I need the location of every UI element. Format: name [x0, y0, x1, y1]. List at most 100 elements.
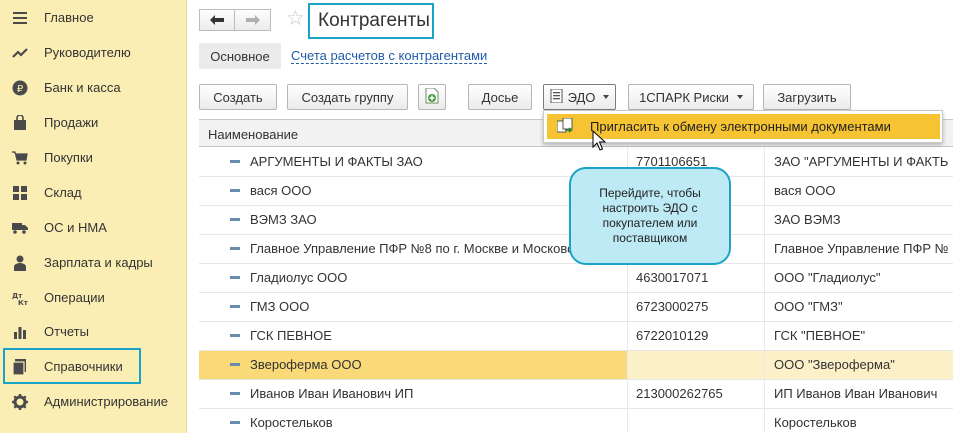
cell-full-name: Главное Управление ПФР №8	[774, 241, 949, 256]
hint-text: Перейдите, чтобы настроить ЭДО с покупат…	[599, 186, 701, 245]
cell-inn: 6723000275	[636, 299, 709, 314]
cell-name: ГСК ПЕВНОЕ	[250, 328, 332, 343]
table-row-selected[interactable]: Звероферма ООО ООО "Звероферма"	[199, 351, 953, 380]
cell-name: АРГУМЕНТЫ И ФАКТЫ ЗАО	[250, 154, 423, 169]
table-row[interactable]: Иванов Иван Иванович ИП 213000262765 ИП …	[199, 380, 953, 409]
history-navigation	[199, 9, 271, 31]
spark-label: 1СПАРК Риски	[639, 89, 729, 105]
edo-icon	[550, 88, 563, 106]
sidebar-item-main[interactable]: Главное	[0, 0, 187, 35]
truck-icon	[12, 220, 28, 236]
sidebar-item-label: Руководителю	[44, 45, 131, 60]
sidebar: Главное Руководителю ₽ Банк и касса Прод…	[0, 0, 187, 433]
sidebar-item-operations[interactable]: Дт Кт Операции	[0, 280, 187, 315]
sidebar-item-label: Продажи	[44, 115, 99, 130]
table-row[interactable]: Гладиолус ООО 4630017071 ООО "Гладиолус"	[199, 264, 953, 293]
chevron-down-icon	[736, 95, 743, 99]
cell-inn: 4630017071	[636, 270, 709, 285]
table-row[interactable]: ГСК ПЕВНОЕ 6722010129 ГСК "ПЕВНОЕ"	[199, 322, 953, 351]
chevron-down-icon	[603, 95, 610, 99]
cell-name: Иванов Иван Иванович ИП	[250, 386, 414, 401]
sidebar-item-purchases[interactable]: Покупки	[0, 140, 187, 175]
item-marker-icon	[230, 334, 240, 337]
cell-inn: 213000262765	[636, 386, 723, 401]
debit-credit-icon: Дт Кт	[12, 290, 28, 306]
spark-risks-button[interactable]: 1СПАРК Риски	[628, 84, 754, 110]
cell-full-name: ЗАО ВЭМЗ	[774, 212, 841, 227]
menu-item-label: Пригласить к обмену электронными докумен…	[590, 119, 891, 134]
item-marker-icon	[230, 305, 240, 308]
active-item-highlight	[3, 348, 141, 384]
svg-text:₽: ₽	[17, 84, 24, 95]
arrow-left-icon	[210, 13, 224, 28]
sidebar-item-bank[interactable]: ₽ Банк и касса	[0, 70, 187, 105]
sidebar-item-warehouse[interactable]: Склад	[0, 175, 187, 210]
document-add-icon	[425, 87, 439, 107]
bar-chart-icon	[12, 324, 28, 340]
hint-bubble: Перейдите, чтобы настроить ЭДО с покупат…	[569, 167, 731, 265]
sidebar-item-label: Зарплата и кадры	[44, 255, 153, 270]
ruble-coin-icon: ₽	[12, 80, 28, 96]
cart-icon	[12, 150, 28, 166]
invite-exchange-icon	[556, 117, 574, 135]
print-button[interactable]	[418, 84, 446, 110]
page-title: Контрагенты	[308, 3, 434, 39]
mouse-cursor-icon	[592, 129, 607, 152]
table-row[interactable]: ГМЗ ООО 6723000275 ООО "ГМЗ"	[199, 293, 953, 322]
edo-dropdown-button[interactable]: ЭДО	[543, 84, 616, 110]
sidebar-item-label: Администрирование	[44, 394, 168, 409]
sidebar-item-label: Покупки	[44, 150, 93, 165]
cell-full-name: Коростельков	[774, 415, 857, 430]
item-marker-icon	[230, 189, 240, 192]
back-button[interactable]	[199, 9, 235, 31]
cell-full-name: ООО "Гладиолус"	[774, 270, 881, 285]
sidebar-item-label: Главное	[44, 10, 94, 25]
table-row[interactable]: Коростельков Коростельков	[199, 409, 953, 433]
sidebar-item-sales[interactable]: Продажи	[0, 105, 187, 140]
cell-name: Звероферма ООО	[250, 357, 362, 372]
menu-icon	[12, 10, 28, 26]
item-marker-icon	[230, 363, 240, 366]
cell-full-name: ИП Иванов Иван Иванович	[774, 386, 938, 401]
favorite-star-icon[interactable]: ☆	[286, 7, 305, 31]
item-marker-icon	[230, 392, 240, 395]
shopping-bag-icon	[12, 114, 28, 131]
edo-label: ЭДО	[567, 89, 596, 105]
cell-full-name: вася ООО	[774, 183, 836, 198]
item-marker-icon	[230, 160, 240, 163]
sidebar-item-label: Операции	[44, 290, 105, 305]
gear-icon	[12, 393, 28, 410]
warehouse-icon	[12, 185, 28, 201]
load-button[interactable]: Загрузить	[763, 84, 851, 110]
column-divider	[764, 148, 765, 433]
create-group-button[interactable]: Создать группу	[287, 84, 408, 110]
sidebar-item-salary[interactable]: Зарплата и кадры	[0, 245, 187, 280]
item-marker-icon	[230, 276, 240, 279]
cell-full-name: ГСК "ПЕВНОЕ"	[774, 328, 866, 343]
cell-name: ГМЗ ООО	[250, 299, 310, 314]
tab-accounts-link[interactable]: Счета расчетов с контрагентами	[291, 48, 488, 64]
sidebar-item-label: ОС и НМА	[44, 220, 107, 235]
svg-text:Кт: Кт	[18, 299, 28, 305]
trend-icon	[12, 45, 28, 61]
item-marker-icon	[230, 247, 240, 250]
cell-full-name: ООО "Звероферма"	[774, 357, 895, 372]
sidebar-item-reports[interactable]: Отчеты	[0, 314, 187, 349]
cell-name: Гладиолус ООО	[250, 270, 348, 285]
cell-name: Коростельков	[250, 415, 333, 430]
item-marker-icon	[230, 421, 240, 424]
dossier-button[interactable]: Досье	[468, 84, 532, 110]
column-header-name[interactable]: Наименование	[208, 127, 298, 142]
tab-main[interactable]: Основное	[199, 43, 281, 69]
sidebar-item-manager[interactable]: Руководителю	[0, 35, 187, 70]
cell-full-name: ЗАО "АРГУМЕНТЫ И ФАКТЫ"	[774, 154, 949, 169]
cell-inn: 6722010129	[636, 328, 709, 343]
sidebar-item-fixed-assets[interactable]: ОС и НМА	[0, 210, 187, 245]
cell-full-name: ООО "ГМЗ"	[774, 299, 843, 314]
arrow-right-icon	[245, 13, 260, 28]
sidebar-item-administration[interactable]: Администрирование	[0, 384, 187, 419]
forward-button[interactable]	[235, 9, 271, 31]
sidebar-item-label: Отчеты	[44, 324, 89, 339]
create-button[interactable]: Создать	[199, 84, 277, 110]
sidebar-item-label: Склад	[44, 185, 82, 200]
